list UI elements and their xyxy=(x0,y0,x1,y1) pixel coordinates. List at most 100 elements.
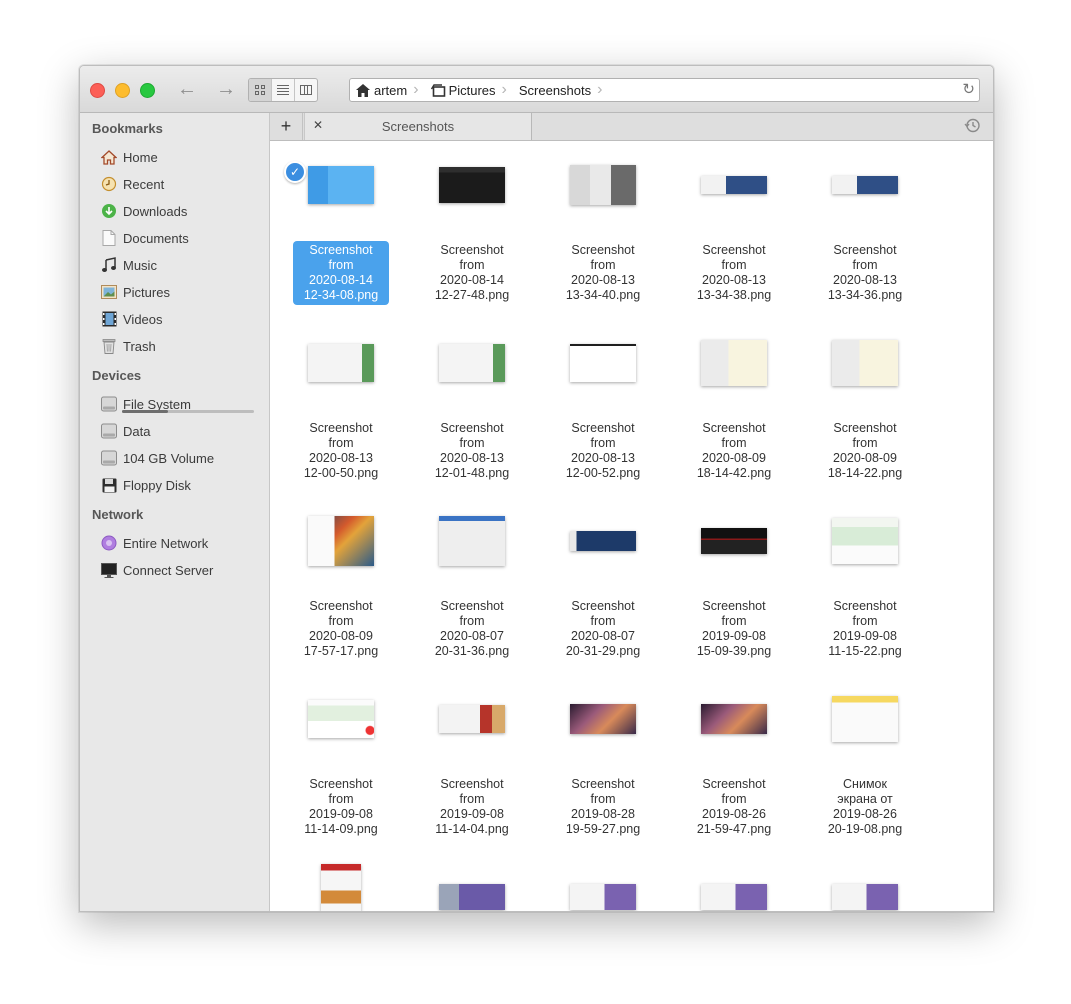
tab-screenshots[interactable]: Screenshots ✕ xyxy=(304,113,532,140)
sidebar-item-recent[interactable]: Recent xyxy=(100,173,164,195)
network-heading: Network xyxy=(92,507,144,522)
drive-icon xyxy=(100,449,118,467)
thumbnail-image xyxy=(570,344,636,382)
sidebar-item-floppy-disk[interactable]: Floppy Disk xyxy=(100,474,191,496)
file-name: Screenshot from 2020-08-07 20-31-29.png xyxy=(565,599,641,658)
thumbnail-image xyxy=(701,884,767,910)
drive-icon xyxy=(100,395,118,413)
sidebar-item-label: 104 GB Volume xyxy=(123,450,215,466)
file-name: Screenshot from 2019-08-28 19-59-27.png xyxy=(565,777,641,836)
thumbnail-image xyxy=(439,167,505,203)
file-system-usage-bar xyxy=(122,410,254,413)
icon-view-button[interactable] xyxy=(249,79,272,101)
forward-button[interactable]: → xyxy=(213,78,239,100)
monitor-icon xyxy=(100,561,118,579)
sidebar-item-104gb-volume[interactable]: 104 GB Volume xyxy=(100,447,214,469)
file-name: Screenshot from 2020-08-13 12-00-50.png xyxy=(303,421,379,480)
thumbnail-image xyxy=(308,516,374,566)
breadcrumb-separator: › xyxy=(413,81,419,98)
thumbnail-image xyxy=(439,884,505,910)
file-name: Screenshot from 2020-08-13 13-34-40.png xyxy=(565,243,641,302)
sidebar-item-documents[interactable]: Documents xyxy=(100,227,189,249)
file-name: Screenshot from 2020-08-09 18-14-22.png xyxy=(827,421,903,480)
file-thumbnail xyxy=(286,864,396,911)
close-window-button[interactable] xyxy=(90,83,105,98)
file-thumbnail xyxy=(548,509,658,573)
list-view-button[interactable] xyxy=(272,79,295,101)
minimize-window-button[interactable] xyxy=(115,83,130,98)
thumbnail-image xyxy=(439,516,505,566)
download-icon xyxy=(100,202,118,220)
file-name: Screenshot from 2019-09-08 11-14-09.png xyxy=(304,777,378,836)
column-view-button[interactable] xyxy=(295,79,317,101)
arrow-left-icon: ← xyxy=(177,78,197,100)
clock-icon xyxy=(100,175,118,193)
file-thumbnail xyxy=(548,865,658,911)
breadcrumb-label: artem xyxy=(374,82,408,98)
sidebar-item-label: Floppy Disk xyxy=(123,477,191,493)
thumbnail-image xyxy=(321,864,361,911)
thumbnail-image xyxy=(308,166,374,204)
sidebar-item-label: Entire Network xyxy=(123,535,209,551)
file-manager-window: ← → artem › Pictures › Screenshots › ↻ B… xyxy=(79,65,994,912)
back-button[interactable]: ← xyxy=(174,78,200,100)
file-name: Screenshot from 2020-08-09 17-57-17.png xyxy=(303,599,379,658)
new-tab-button[interactable]: + xyxy=(270,113,303,140)
breadcrumb-home[interactable]: artem › xyxy=(350,79,425,101)
sidebar-item-entire-network[interactable]: Entire Network xyxy=(100,532,208,554)
usage-fill xyxy=(122,410,169,413)
thumbnail-image xyxy=(701,340,767,386)
sidebar-item-downloads[interactable]: Downloads xyxy=(100,200,187,222)
breadcrumb-screenshots[interactable]: Screenshots › xyxy=(513,79,609,101)
selected-check-icon[interactable]: ✓ xyxy=(284,161,306,183)
sidebar-item-home[interactable]: Home xyxy=(100,146,158,168)
sidebar-item-trash[interactable]: Trash xyxy=(100,335,156,357)
close-tab-icon[interactable]: ✕ xyxy=(313,118,323,132)
file-thumbnail xyxy=(810,331,920,395)
file-thumbnail xyxy=(679,153,789,217)
trash-icon xyxy=(100,337,118,355)
file-name: Screenshot from 2020-08-13 13-34-36.png xyxy=(827,243,903,302)
devices-heading: Devices xyxy=(92,368,142,383)
sidebar-item-label: Videos xyxy=(123,311,163,327)
file-thumbnail xyxy=(679,687,789,751)
file-name: Screenshot from 2020-08-13 13-34-38.png xyxy=(696,243,772,302)
file-name: Screenshot from 2019-09-08 11-14-04.png xyxy=(435,777,509,836)
thumbnail-image xyxy=(570,704,636,734)
sidebar-item-music[interactable]: Music xyxy=(100,254,157,276)
list-icon xyxy=(277,83,289,97)
file-thumbnail xyxy=(417,153,527,217)
file-thumbnail xyxy=(548,331,658,395)
sidebar-item-pictures[interactable]: Pictures xyxy=(100,281,170,303)
sidebar-item-videos[interactable]: Videos xyxy=(100,308,163,330)
arrow-right-icon: → xyxy=(216,78,236,100)
file-name: Screenshot from 2020-08-14 12-34-08.png xyxy=(293,241,389,305)
breadcrumb-pictures[interactable]: Pictures › xyxy=(425,79,513,101)
thumbnail-image xyxy=(570,531,636,551)
thumbnail-image xyxy=(570,884,636,910)
reload-icon[interactable]: ↻ xyxy=(962,80,975,98)
thumbnail-image xyxy=(308,700,374,738)
maximize-window-button[interactable] xyxy=(140,83,155,98)
file-name: Снимок экрана от 2019-08-26 20-19-08.png xyxy=(827,777,903,836)
floppy-icon xyxy=(100,476,118,494)
file-grid: ✓ Screenshot from 2020-08-14 12-34-08.png… xyxy=(270,141,993,911)
bookmarks-heading: Bookmarks xyxy=(92,121,163,136)
file-thumbnail xyxy=(417,687,527,751)
thumbnail-image xyxy=(308,344,374,382)
path-bar: artem › Pictures › Screenshots › ↻ xyxy=(349,78,980,102)
thumbnail-image xyxy=(832,884,898,910)
sidebar-item-label: Documents xyxy=(123,230,189,246)
music-note-icon xyxy=(100,256,118,274)
network-icon xyxy=(100,534,118,552)
file-thumbnail xyxy=(417,509,527,573)
history-icon[interactable] xyxy=(964,117,981,134)
sidebar-item-data[interactable]: Data xyxy=(100,420,150,442)
breadcrumb-separator: › xyxy=(501,81,507,98)
pictures-icon xyxy=(430,83,445,97)
home-icon xyxy=(100,148,118,166)
file-thumbnail xyxy=(286,153,396,217)
breadcrumb-label: Screenshots xyxy=(518,82,592,98)
sidebar-item-connect-server[interactable]: Connect Server xyxy=(100,559,213,581)
thumbnail-image xyxy=(439,705,505,733)
